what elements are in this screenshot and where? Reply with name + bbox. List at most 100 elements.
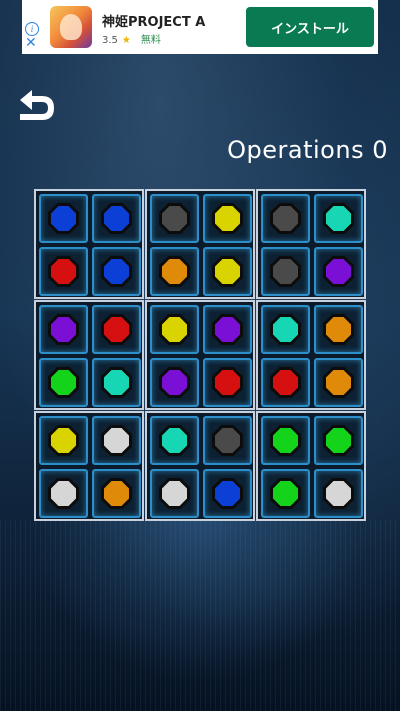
board-cell[interactable] [92, 469, 141, 518]
gem-face [326, 259, 351, 284]
board-cell[interactable] [92, 247, 141, 296]
board-cell[interactable] [39, 247, 88, 296]
gem-purple [159, 367, 190, 398]
board-cell[interactable] [314, 194, 363, 243]
board-cell[interactable] [314, 416, 363, 465]
gem-face [326, 370, 351, 395]
gem-teal [159, 425, 190, 456]
board-cell[interactable] [261, 194, 310, 243]
board-cell[interactable] [314, 358, 363, 407]
gem-red [212, 367, 243, 398]
gem-green [323, 425, 354, 456]
gem-face [215, 370, 240, 395]
board-cell[interactable] [261, 416, 310, 465]
gem-gray [270, 256, 301, 287]
gem-purple [212, 314, 243, 345]
board-cell[interactable] [150, 247, 199, 296]
gem-face [104, 206, 129, 231]
board-cell[interactable] [92, 416, 141, 465]
gem-face [104, 259, 129, 284]
gem-face [273, 481, 298, 506]
back-arrow-icon [20, 90, 54, 120]
board-block[interactable] [34, 300, 144, 410]
board-cell[interactable] [150, 358, 199, 407]
gem-orange [323, 367, 354, 398]
ad-rating: 3.5 ★ 無料 [102, 31, 161, 46]
operations-counter: Operations 0 [227, 136, 388, 164]
gem-purple [48, 314, 79, 345]
gem-face [162, 370, 187, 395]
background-wave [0, 520, 400, 711]
board-block[interactable] [34, 189, 144, 299]
gem-face [162, 317, 187, 342]
back-button[interactable] [14, 88, 58, 124]
board-cell[interactable] [203, 305, 252, 354]
board-cell[interactable] [39, 469, 88, 518]
gem-teal [270, 314, 301, 345]
board-cell[interactable] [203, 358, 252, 407]
gem-face [215, 481, 240, 506]
gem-green [270, 478, 301, 509]
board-cell[interactable] [261, 469, 310, 518]
gem-orange [159, 256, 190, 287]
ad-info-icon[interactable]: i [25, 22, 39, 36]
board-block[interactable] [145, 300, 255, 410]
board-cell[interactable] [150, 469, 199, 518]
board-cell[interactable] [203, 247, 252, 296]
board-cell[interactable] [150, 416, 199, 465]
gem-face [51, 259, 76, 284]
board-cell[interactable] [39, 358, 88, 407]
board-cell[interactable] [261, 358, 310, 407]
install-button[interactable]: インストール [246, 7, 374, 47]
gem-purple [323, 256, 354, 287]
board-cell[interactable] [314, 247, 363, 296]
board-cell[interactable] [92, 305, 141, 354]
board-cell[interactable] [261, 305, 310, 354]
board-cell[interactable] [314, 469, 363, 518]
gem-face [51, 428, 76, 453]
gem-face [215, 317, 240, 342]
board-cell[interactable] [92, 358, 141, 407]
gem-orange [101, 478, 132, 509]
gem-yellow [212, 256, 243, 287]
gem-face [162, 259, 187, 284]
operations-count: 0 [372, 136, 388, 164]
board-block[interactable] [34, 411, 144, 521]
ad-app-icon[interactable] [50, 6, 92, 48]
ad-close-icon[interactable]: ✕ [25, 36, 37, 50]
board-cell[interactable] [314, 305, 363, 354]
gem-gray [212, 425, 243, 456]
board-block[interactable] [256, 189, 366, 299]
ad-banner[interactable]: i ✕ 神姫PROJECT A 3.5 ★ 無料 インストール [22, 0, 378, 54]
ad-title: 神姫PROJECT A [102, 15, 206, 30]
board-cell[interactable] [203, 469, 252, 518]
gem-face [162, 206, 187, 231]
board-cell[interactable] [39, 416, 88, 465]
board-cell[interactable] [150, 305, 199, 354]
gem-red [101, 314, 132, 345]
gem-face [326, 428, 351, 453]
board-block[interactable] [145, 189, 255, 299]
board-cell[interactable] [150, 194, 199, 243]
gem-blue [101, 256, 132, 287]
gem-face [215, 428, 240, 453]
gem-face [273, 259, 298, 284]
board-cell[interactable] [92, 194, 141, 243]
gem-teal [101, 367, 132, 398]
board-cell[interactable] [203, 416, 252, 465]
gem-face [51, 481, 76, 506]
gem-face [162, 481, 187, 506]
board-block[interactable] [145, 411, 255, 521]
board-cell[interactable] [39, 305, 88, 354]
gem-blue [48, 203, 79, 234]
board-block[interactable] [256, 411, 366, 521]
board-cell[interactable] [203, 194, 252, 243]
gem-face [104, 481, 129, 506]
gem-yellow [48, 425, 79, 456]
board-cell[interactable] [39, 194, 88, 243]
gem-face [215, 259, 240, 284]
gem-orange [323, 314, 354, 345]
gem-face [104, 428, 129, 453]
board-cell[interactable] [261, 247, 310, 296]
board-block[interactable] [256, 300, 366, 410]
